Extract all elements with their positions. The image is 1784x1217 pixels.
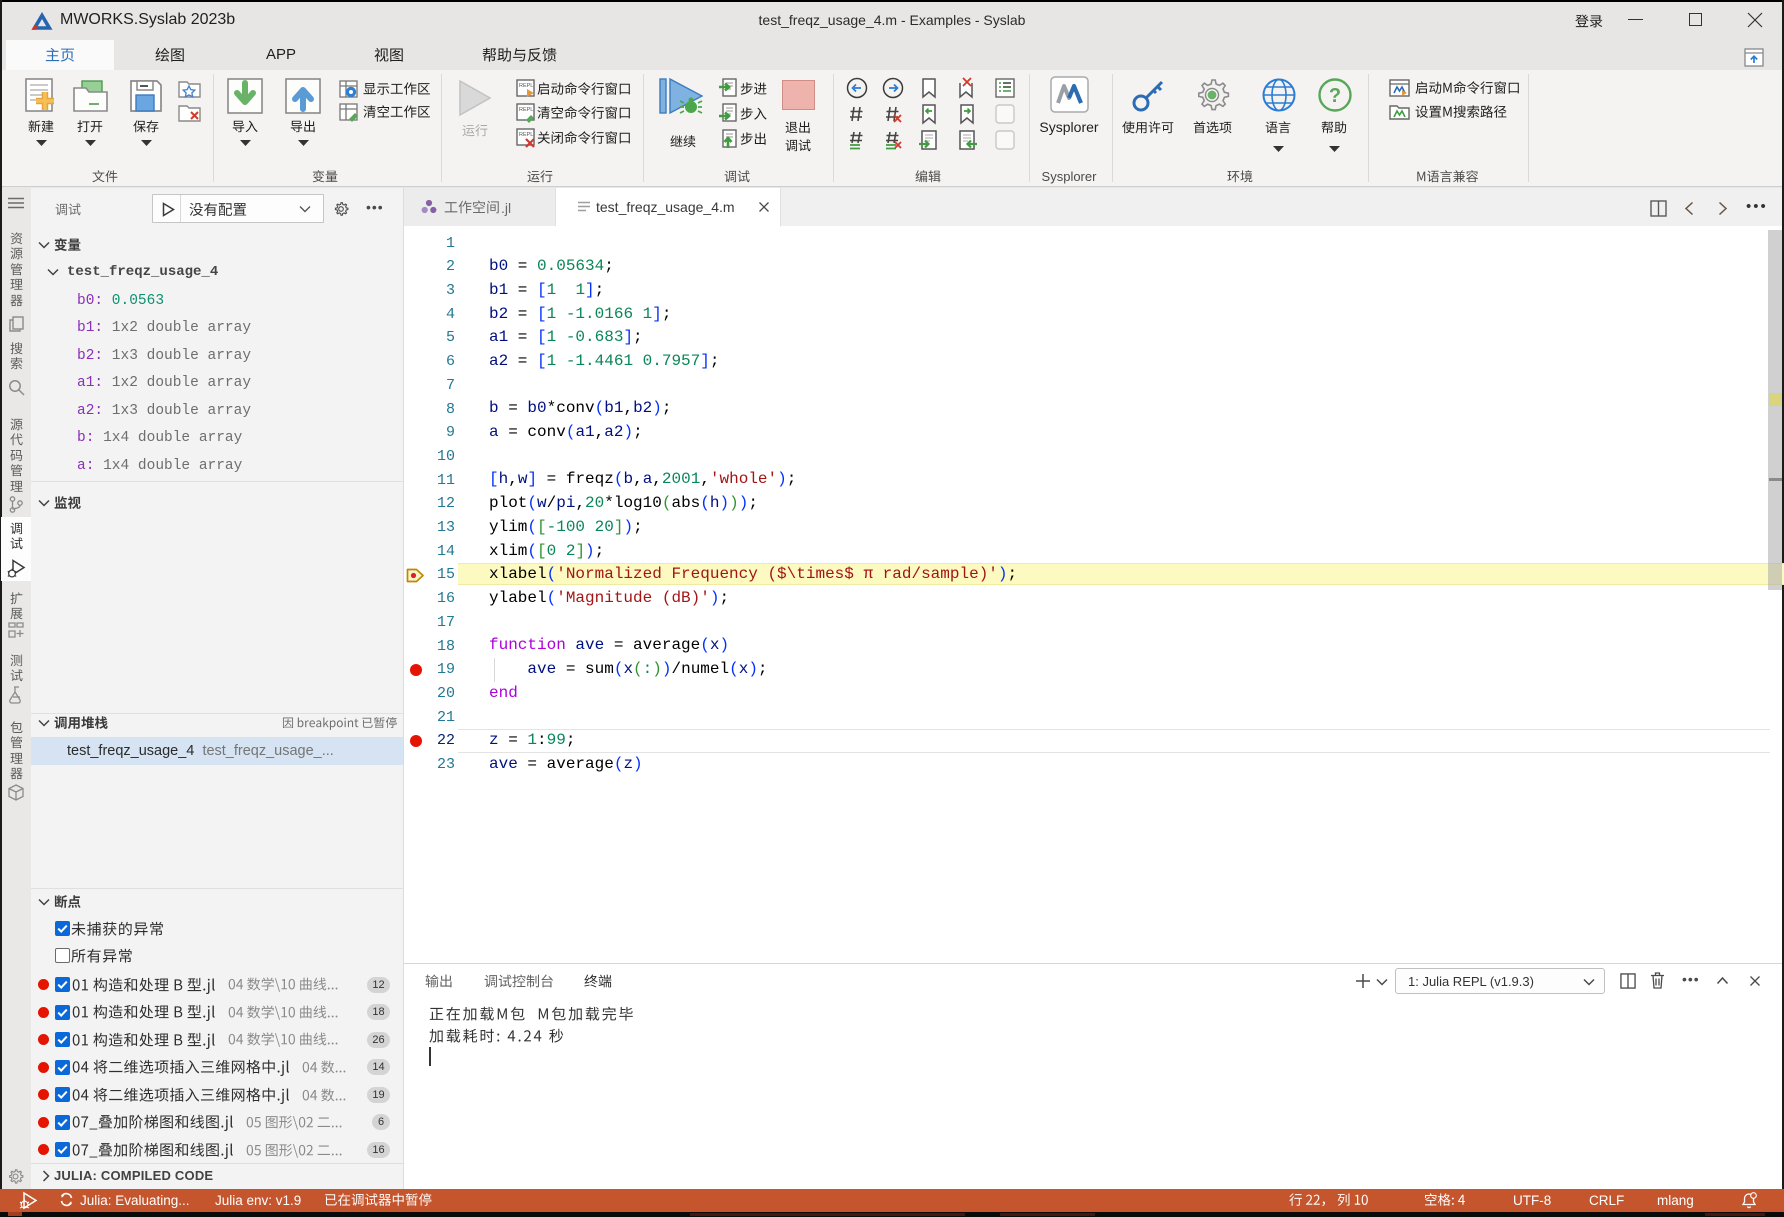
svg-text:REPL: REPL xyxy=(519,83,533,89)
svg-text:REPL: REPL xyxy=(519,132,533,138)
svg-text:?: ? xyxy=(1329,85,1341,107)
svg-text:REPL: REPL xyxy=(519,107,533,113)
